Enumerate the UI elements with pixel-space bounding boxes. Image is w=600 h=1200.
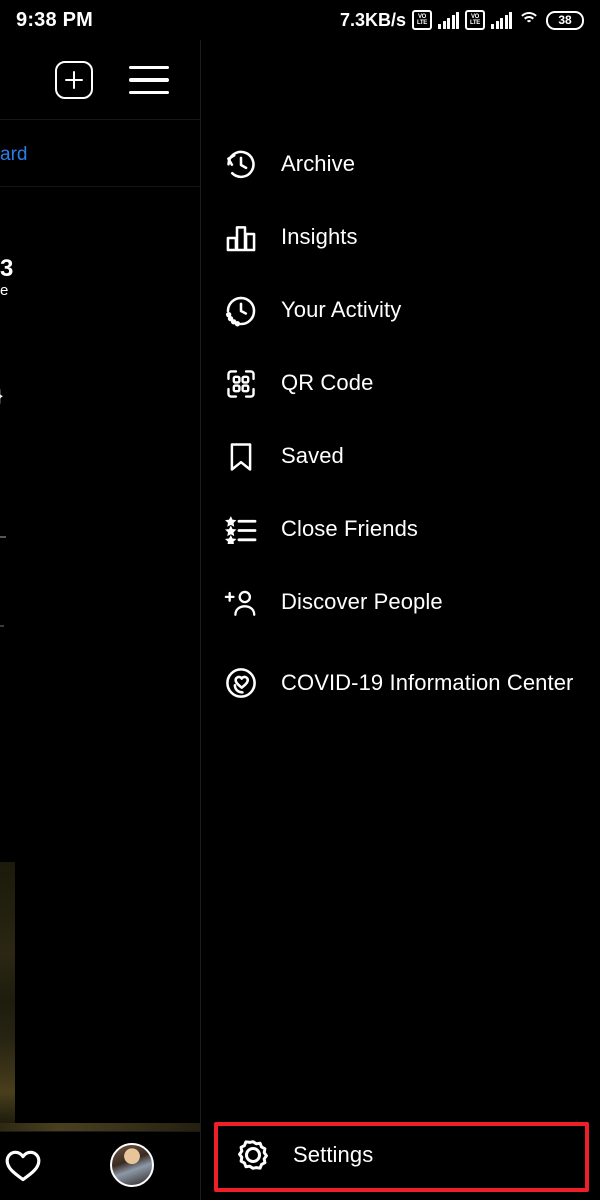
menu-item-archive[interactable]: Archive (201, 128, 600, 201)
discover-people-person-plus-icon (219, 581, 263, 625)
menu-item-settings[interactable]: Settings (219, 1126, 583, 1184)
profile-stat-label: e (0, 282, 9, 299)
menu-item-saved[interactable]: Saved (201, 420, 600, 493)
profile-stat-count: 3 (0, 255, 14, 282)
profile-grid-photo-strip[interactable] (0, 1123, 200, 1131)
hamburger-menu-icon[interactable] (129, 63, 169, 97)
menu-item-close-friends-label: Close Friends (281, 516, 419, 542)
menu-item-your-activity-label: Your Activity (281, 297, 402, 323)
archive-clock-icon (219, 143, 263, 187)
menu-item-archive-label: Archive (281, 151, 356, 177)
menu-item-discover-people-label: Discover People (281, 589, 443, 615)
menu-item-covid-information-center[interactable]: COVID-19 Information Center (201, 639, 600, 727)
insights-bar-chart-icon (219, 216, 263, 260)
heart-icon[interactable] (4, 1147, 42, 1183)
menu-item-settings-label: Settings (293, 1141, 374, 1167)
plus-square-icon[interactable] (55, 61, 93, 99)
menu-item-your-activity[interactable]: Your Activity (201, 274, 600, 347)
menu-item-saved-label: Saved (281, 443, 344, 469)
drawer-menu-list: Archive Insights Your Activity QR Code S… (201, 120, 600, 727)
bookmark-icon (219, 435, 263, 479)
drawer-header-spacer (201, 40, 600, 120)
side-drawer-menu: Archive Insights Your Activity QR Code S… (200, 40, 600, 1200)
instagram-profile-menu-screen: 9:38 PM 7.3KB/s VO LTE VO LTE 38 ard 3 e… (0, 0, 600, 1200)
covid-heart-circle-icon (219, 661, 263, 705)
menu-item-close-friends[interactable]: Close Friends (201, 493, 600, 566)
menu-item-qr-code-label: QR Code (281, 370, 374, 396)
qr-code-icon (219, 362, 263, 406)
menu-item-discover-people[interactable]: Discover People (201, 566, 600, 639)
profile-grid-photo[interactable] (0, 862, 15, 1130)
avatar[interactable] (110, 1143, 154, 1187)
gear-icon (231, 1133, 275, 1177)
menu-item-insights[interactable]: Insights (201, 201, 600, 274)
profile-divider (0, 186, 200, 187)
activity-clock-icon (219, 289, 263, 333)
menu-item-covid-information-center-label: COVID-19 Information Center (281, 669, 574, 695)
profile-partial-line-1 (0, 536, 6, 538)
profile-partial-glyph: } (0, 385, 3, 408)
bottom-navigation-bar (0, 1131, 200, 1200)
profile-link-text[interactable]: ard (0, 144, 27, 166)
menu-item-insights-label: Insights (281, 224, 358, 250)
profile-partial-line-2 (0, 625, 4, 627)
menu-item-qr-code[interactable]: QR Code (201, 347, 600, 420)
close-friends-star-list-icon (219, 508, 263, 552)
